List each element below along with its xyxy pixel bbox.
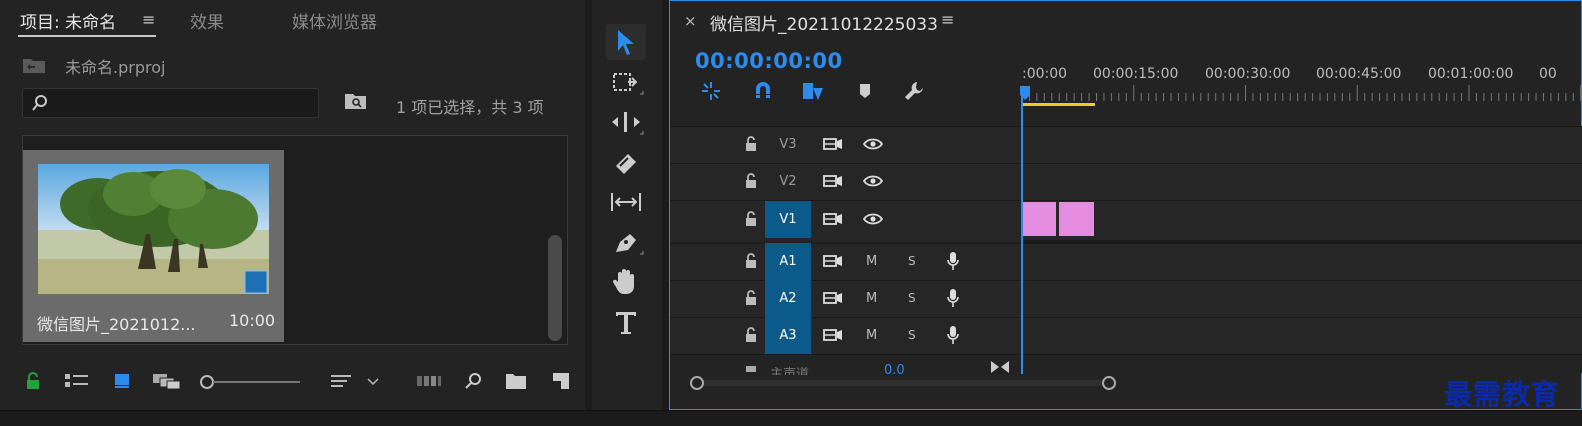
sync-lock-icon[interactable] [823,254,843,268]
voiceover-mic-icon[interactable] [946,251,960,271]
vertical-scrollbar[interactable] [548,235,562,341]
project-file-name: 未命名.prproj [65,58,166,77]
sequence-menu-icon[interactable]: ≡ [941,10,954,29]
close-sequence-icon[interactable]: × [684,12,697,30]
bin-header [23,136,547,148]
ruler-label: 00:00:15:00 [1093,66,1179,82]
find-icon[interactable] [464,372,484,390]
sort-icon[interactable] [330,372,380,390]
panel-menu-icon[interactable]: ≡ [142,10,155,29]
track-target-v1[interactable]: V1 [765,201,811,238]
clip-thumbnail-image [38,164,269,294]
video-clip[interactable] [1059,202,1094,236]
mute-button[interactable]: M [866,328,877,343]
sync-lock-icon[interactable] [823,137,843,151]
timecode-display[interactable]: 00:00:00:00 [695,49,843,73]
playhead-handle[interactable] [1020,86,1030,100]
nest-sequence-icon[interactable] [700,80,722,102]
voiceover-mic-icon[interactable] [946,288,960,308]
toggle-output-eye-icon[interactable] [863,213,883,225]
ruler-label: 00 [1539,66,1557,82]
search-input[interactable] [22,88,319,118]
freeform-view-icon[interactable] [152,372,182,390]
sync-lock-icon[interactable] [823,212,843,226]
ruler-label: 00:01:00:00 [1428,66,1514,82]
automate-icon[interactable] [416,372,442,390]
watermark-logo: 最需教育 [1444,378,1561,411]
ruler-label: 00:00:45:00 [1316,66,1402,82]
new-item-icon[interactable] [552,372,570,390]
master-lock-icon[interactable] [744,362,758,372]
solo-button[interactable]: S [908,254,916,268]
video-clip[interactable] [1022,202,1056,236]
solo-button[interactable]: S [908,291,916,305]
bin-search-icon[interactable] [344,92,368,110]
project-folder-icon [22,55,46,75]
razor-tool[interactable] [606,144,646,180]
selection-tool[interactable] [606,24,646,60]
search-icon [31,94,49,112]
active-tab-underline [18,35,156,37]
wrench-icon[interactable] [903,80,925,102]
track-lock-icon[interactable] [744,211,758,227]
tab-effects[interactable]: 效果 [190,8,224,33]
mute-button[interactable]: M [866,254,877,269]
tab-media-browser[interactable]: 媒体浏览器 [292,8,377,33]
track-lock-icon[interactable] [744,136,758,152]
type-tool[interactable] [606,304,646,340]
selection-status: 1 项已选择，共 3 项 [396,98,544,117]
linked-selection-icon[interactable] [801,80,825,102]
ruler-label: :00:00 [1022,66,1068,82]
track-lock-icon[interactable] [744,173,758,189]
ripple-edit-tool[interactable] [606,104,646,140]
toggle-output-eye-icon[interactable] [863,175,883,187]
toggle-output-eye-icon[interactable] [863,138,883,150]
sync-lock-icon[interactable] [823,174,843,188]
timeline-zoom-scrollbar[interactable] [690,374,1120,392]
new-bin-icon[interactable] [505,372,527,390]
playhead-line[interactable] [1021,96,1023,374]
lock-icon[interactable] [25,372,41,390]
track-target-a1[interactable]: A1 [765,243,811,280]
track-target-v2[interactable]: V2 [765,163,811,200]
sync-lock-icon[interactable] [823,291,843,305]
clip-duration: 10:00 [229,311,276,330]
snap-magnet-icon[interactable] [752,80,774,102]
work-area-bar[interactable] [1022,103,1095,106]
sync-lock-icon[interactable] [823,328,843,342]
slip-tool[interactable] [606,184,646,220]
time-ruler[interactable] [1022,83,1582,103]
add-marker-icon[interactable] [857,82,873,100]
mute-button[interactable]: M [866,291,877,306]
track-lock-icon[interactable] [744,290,758,306]
track-lock-icon[interactable] [744,327,758,343]
track-lock-icon[interactable] [744,253,758,269]
status-bar [0,410,1582,426]
hand-tool[interactable] [606,264,646,300]
collapse-tracks-icon[interactable] [990,360,1010,374]
voiceover-mic-icon[interactable] [946,325,960,345]
sequence-title[interactable]: 微信图片_20211012225033 [710,10,938,35]
track-target-a3[interactable]: A3 [765,317,811,354]
track-select-tool[interactable] [606,64,646,100]
track-target-v3[interactable]: V3 [765,126,811,163]
clip-name: 微信图片_2021012... [37,315,196,334]
pen-tool[interactable] [606,224,646,260]
solo-button[interactable]: S [908,328,916,342]
ruler-label: 00:00:30:00 [1205,66,1291,82]
tab-project[interactable]: 项目: 未命名 [20,8,116,33]
icon-view-icon[interactable] [113,372,133,390]
zoom-slider[interactable] [198,374,302,390]
track-target-a2[interactable]: A2 [765,280,811,317]
video-audio-divider [1022,240,1582,243]
list-view-icon[interactable] [64,372,90,390]
